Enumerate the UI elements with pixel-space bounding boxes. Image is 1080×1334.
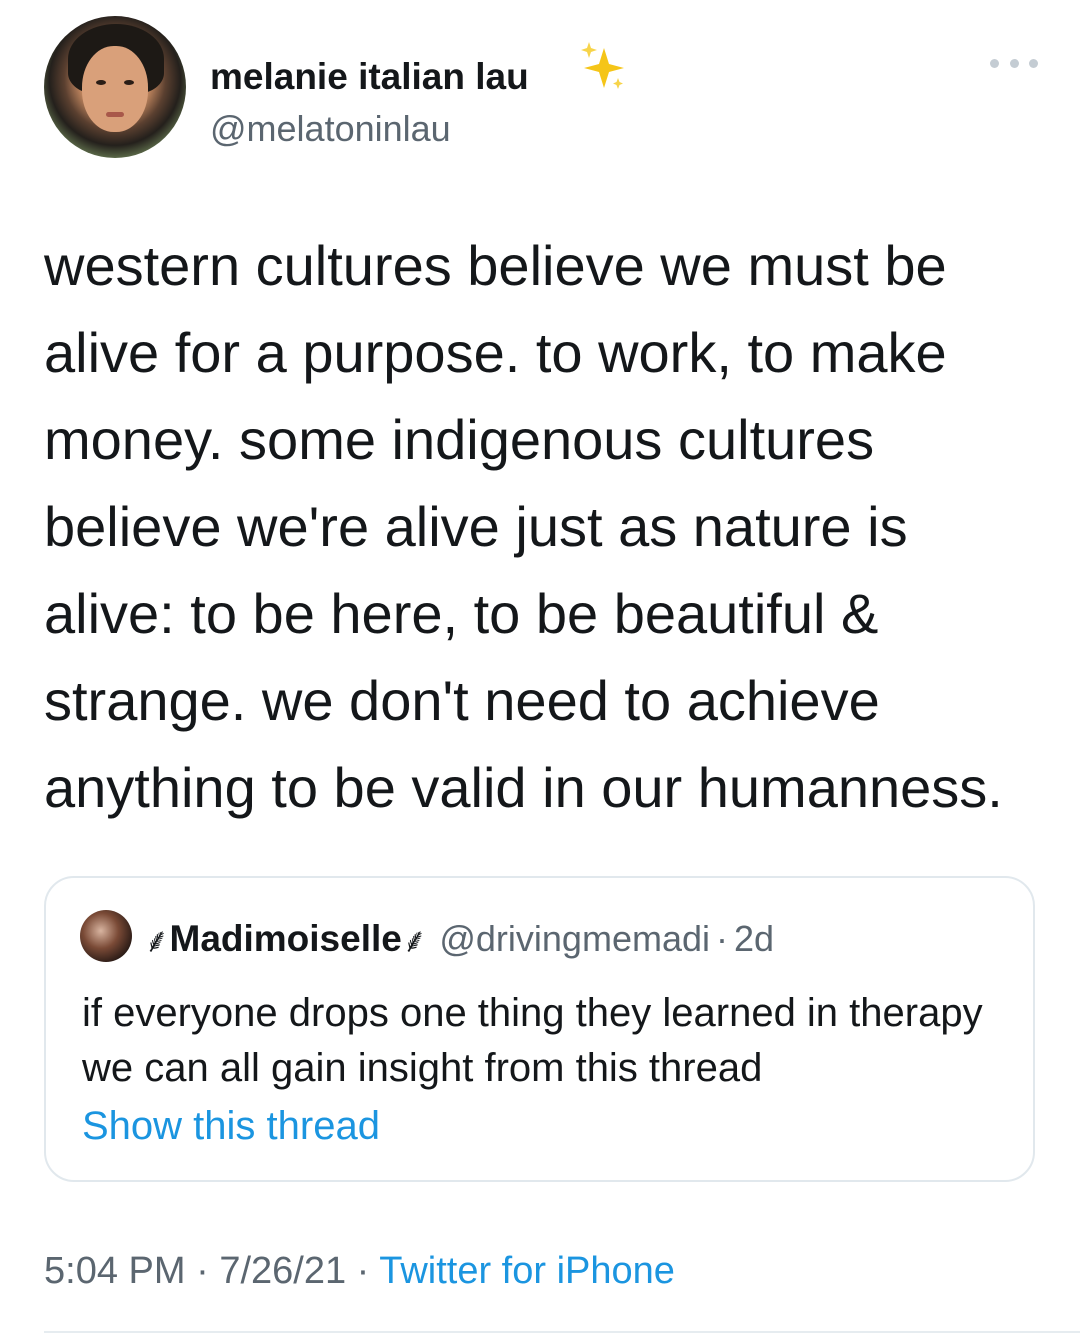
tweet-metadata: 5:04 PM · 7/26/21 · Twitter for iPhone bbox=[44, 1250, 675, 1293]
quoted-tweet-header: ⸙ Madimoiselle ⸙ @drivingmemadi · 2d bbox=[144, 916, 774, 962]
quoted-author-handle: @drivingmemadi bbox=[439, 918, 710, 959]
tweet-source-link[interactable]: Twitter for iPhone bbox=[379, 1250, 675, 1292]
quoted-author-name: ⸙ Madimoiselle ⸙ bbox=[144, 916, 427, 962]
meta-separator: · bbox=[356, 1250, 380, 1292]
author-display-name[interactable]: melanie italian lau bbox=[210, 56, 529, 98]
quoted-separator: · bbox=[716, 918, 728, 959]
meta-separator: · bbox=[196, 1250, 220, 1292]
show-thread-link[interactable]: Show this thread bbox=[82, 1104, 380, 1149]
tweet-time: 5:04 PM bbox=[44, 1250, 186, 1292]
author-handle[interactable]: @melatoninlau bbox=[210, 108, 451, 150]
author-avatar[interactable] bbox=[44, 16, 186, 158]
tweet-header: melanie italian lau @melatoninlau bbox=[44, 16, 1044, 162]
more-options-icon[interactable] bbox=[990, 56, 1038, 70]
name-decoration-left: ⸙ bbox=[144, 922, 170, 960]
tweet-text: western cultures believe we must be aliv… bbox=[44, 234, 1003, 819]
quoted-tweet-card[interactable]: ⸙ Madimoiselle ⸙ @drivingmemadi · 2d if … bbox=[44, 876, 1035, 1182]
sparkles-icon bbox=[581, 42, 624, 89]
name-decoration-right: ⸙ bbox=[401, 922, 428, 960]
quoted-tweet-text: if everyone drops one thing they learned… bbox=[82, 991, 983, 1090]
quoted-author-name-text: Madimoiselle bbox=[169, 918, 402, 959]
quoted-author-avatar bbox=[80, 910, 132, 962]
quoted-tweet-age: 2d bbox=[734, 918, 775, 959]
divider bbox=[44, 1331, 1080, 1333]
tweet-date: 7/26/21 bbox=[219, 1250, 347, 1292]
